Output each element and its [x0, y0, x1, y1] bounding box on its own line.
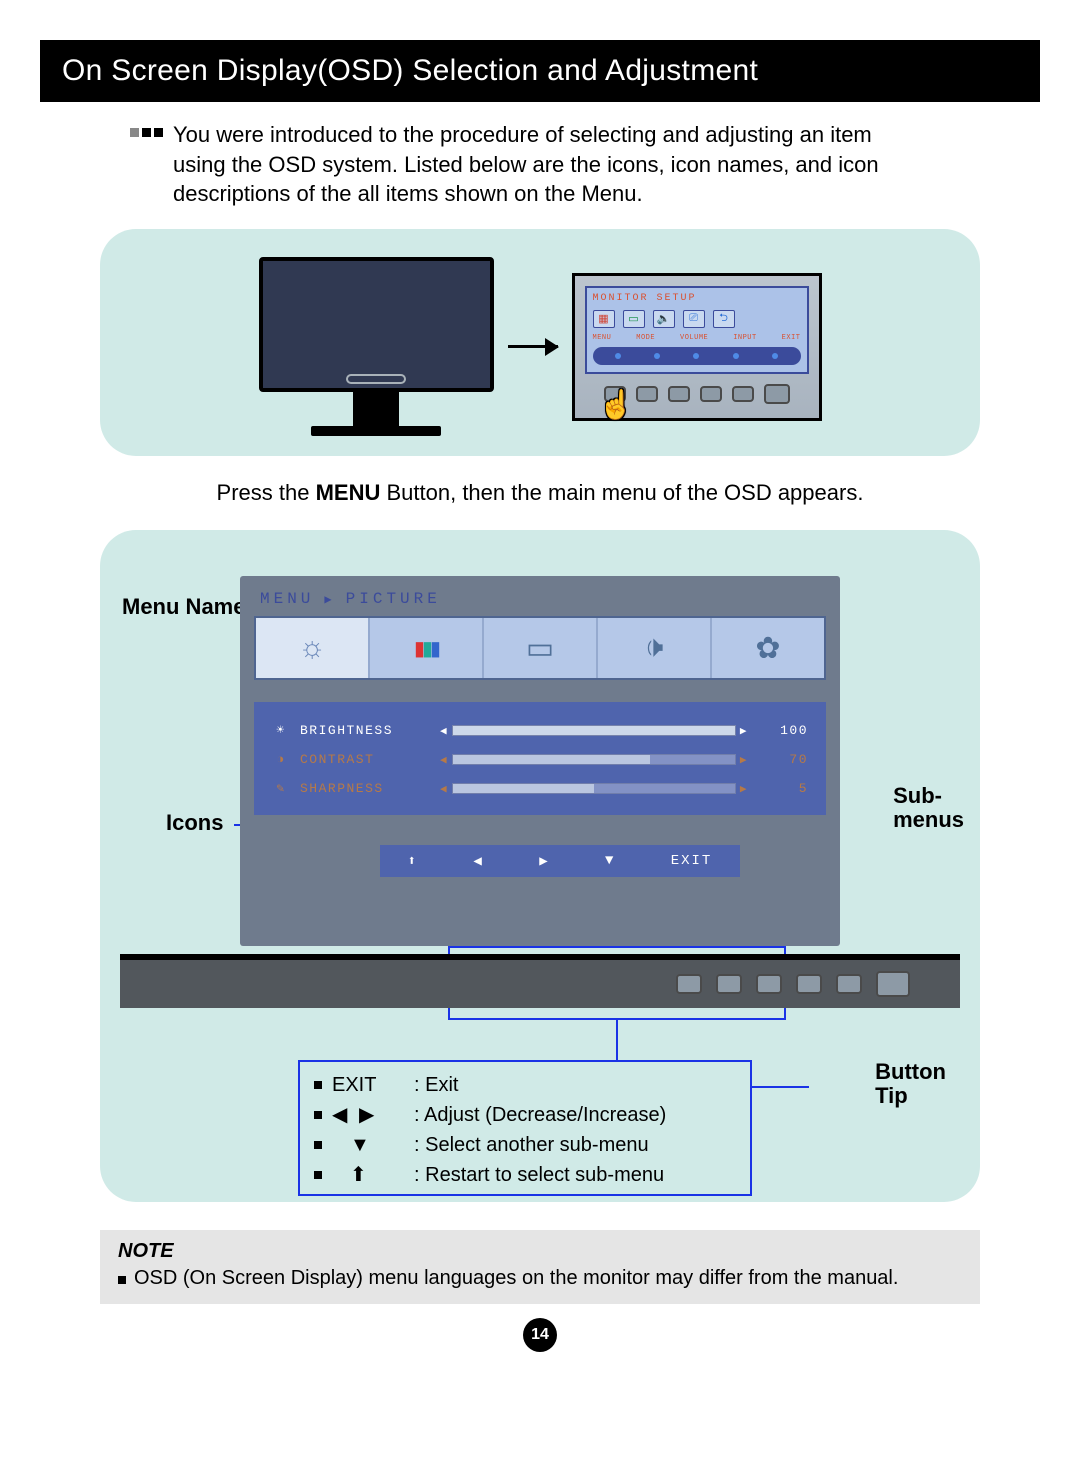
callout-label-button-tip: Button Tip — [875, 1060, 946, 1108]
osd-mini: MONITOR SETUP ▦ ▭ 🔈 ⎚ ⮌ MENU MODE VOLUME… — [585, 286, 809, 374]
page-number: 14 — [523, 1318, 557, 1352]
note-header: NOTE — [118, 1240, 962, 1263]
osd-mini-title: MONITOR SETUP — [593, 293, 801, 304]
tab-color[interactable]: ▮▮▮ — [370, 618, 484, 678]
osd-breadcrumb: MENU ▶ PICTURE — [240, 576, 840, 616]
panel-osd-detail: Menu Name Icons Sub- menus Button Tip ME… — [100, 530, 980, 1202]
power-button[interactable] — [764, 384, 790, 404]
osd-row-brightness[interactable]: ☀ BRIGHTNESS ◀▶ 100 — [268, 716, 812, 745]
sharpness-icon: ✎ — [272, 781, 290, 796]
right-arrow-icon[interactable]: ▶ — [740, 782, 748, 796]
tab-display[interactable]: ▭ — [484, 618, 598, 678]
callout-label-submenus: Sub- menus — [893, 784, 964, 832]
monitor-bezel — [120, 954, 960, 1008]
display-icon: ▭ — [526, 631, 554, 666]
physical-button[interactable] — [636, 386, 658, 402]
left-arrow-icon[interactable]: ◀ — [473, 853, 483, 870]
power-button[interactable] — [876, 971, 910, 997]
tab-volume[interactable]: 🕩 — [598, 618, 712, 678]
brightness-icon: ☀ — [272, 723, 290, 738]
monitor-diagram — [259, 257, 494, 436]
note-body: OSD (On Screen Display) menu languages o… — [134, 1267, 898, 1290]
intro-block: You were introduced to the procedure of … — [130, 120, 1040, 209]
osd-row-sharpness[interactable]: ✎ SHARPNESS ◀▶ 5 — [268, 774, 812, 803]
mini-mode-icon: ▭ — [623, 310, 645, 328]
caption-menu-button: Press the MENU Button, then the main men… — [40, 480, 1040, 506]
right-arrow-icon[interactable]: ▶ — [740, 724, 748, 738]
physical-button[interactable] — [796, 974, 822, 994]
chevron-right-icon: ▶ — [324, 592, 335, 607]
exit-label[interactable]: EXIT — [671, 853, 713, 869]
physical-button[interactable] — [716, 974, 742, 994]
physical-button[interactable] — [756, 974, 782, 994]
mini-label: VOLUME — [680, 334, 708, 342]
right-arrow-icon[interactable]: ▶ — [539, 853, 549, 870]
leader-line — [751, 1086, 809, 1088]
physical-button[interactable] — [676, 974, 702, 994]
mini-label: EXIT — [782, 334, 801, 342]
mini-label: INPUT — [733, 334, 757, 342]
leader-line — [616, 1019, 618, 1061]
callout-label-icons: Icons — [166, 810, 223, 836]
down-arrow-icon[interactable]: ▼ — [605, 853, 615, 869]
button-tips-list: EXIT: Exit ◀ ▶: Adjust (Decrease/Increas… — [314, 1070, 666, 1190]
intro-bullets — [130, 128, 163, 137]
physical-button[interactable] — [836, 974, 862, 994]
physical-button[interactable] — [604, 386, 626, 402]
monitor-closeup: MONITOR SETUP ▦ ▭ 🔈 ⎚ ⮌ MENU MODE VOLUME… — [572, 273, 822, 421]
mini-volume-icon: 🔈 — [653, 310, 675, 328]
osd-row-contrast[interactable]: ◑ CONTRAST ◀▶ 70 — [268, 745, 812, 774]
physical-button[interactable] — [732, 386, 754, 402]
page-title: On Screen Display(OSD) Selection and Adj… — [40, 40, 1040, 102]
note-box: NOTE OSD (On Screen Display) menu langua… — [100, 1230, 980, 1304]
brightness-icon: ☼ — [298, 631, 326, 665]
osd-screen: MENU ▶ PICTURE ☼ ▮▮▮ ▭ 🕩 ✿ ☀ BRIGHTNESS … — [240, 576, 840, 946]
panel-monitor-overview: MONITOR SETUP ▦ ▭ 🔈 ⎚ ⮌ MENU MODE VOLUME… — [100, 229, 980, 456]
osd-tabs: ☼ ▮▮▮ ▭ 🕩 ✿ — [254, 616, 826, 680]
physical-button[interactable] — [668, 386, 690, 402]
mini-input-icon: ⎚ — [683, 310, 705, 328]
mini-menu-icon: ▦ — [593, 310, 615, 328]
callout-label-menu-name: Menu Name — [122, 594, 245, 620]
mini-label: MENU — [593, 334, 612, 342]
volume-icon: 🕩 — [645, 631, 664, 665]
osd-footer: ⬆ ◀ ▶ ▼ EXIT — [380, 845, 740, 877]
mini-exit-icon: ⮌ — [713, 310, 735, 328]
mini-label: MODE — [636, 334, 655, 342]
intro-text: You were introduced to the procedure of … — [173, 120, 913, 209]
contrast-icon: ◑ — [272, 752, 290, 767]
tab-picture[interactable]: ☼ — [256, 618, 370, 678]
tab-others[interactable]: ✿ — [712, 618, 824, 678]
right-arrow-icon[interactable]: ▶ — [740, 753, 748, 767]
restart-icon[interactable]: ⬆ — [408, 853, 418, 870]
color-icon: ▮▮▮ — [414, 636, 438, 661]
physical-button[interactable] — [700, 386, 722, 402]
left-arrow-icon[interactable]: ◀ — [440, 753, 448, 767]
left-arrow-icon[interactable]: ◀ — [440, 724, 448, 738]
gear-icon: ✿ — [755, 631, 780, 666]
arrow-right-icon — [508, 345, 558, 348]
osd-submenu-list: ☀ BRIGHTNESS ◀▶ 100 ◑ CONTRAST ◀▶ 70 ✎ S… — [254, 702, 826, 815]
left-arrow-icon[interactable]: ◀ — [440, 782, 448, 796]
